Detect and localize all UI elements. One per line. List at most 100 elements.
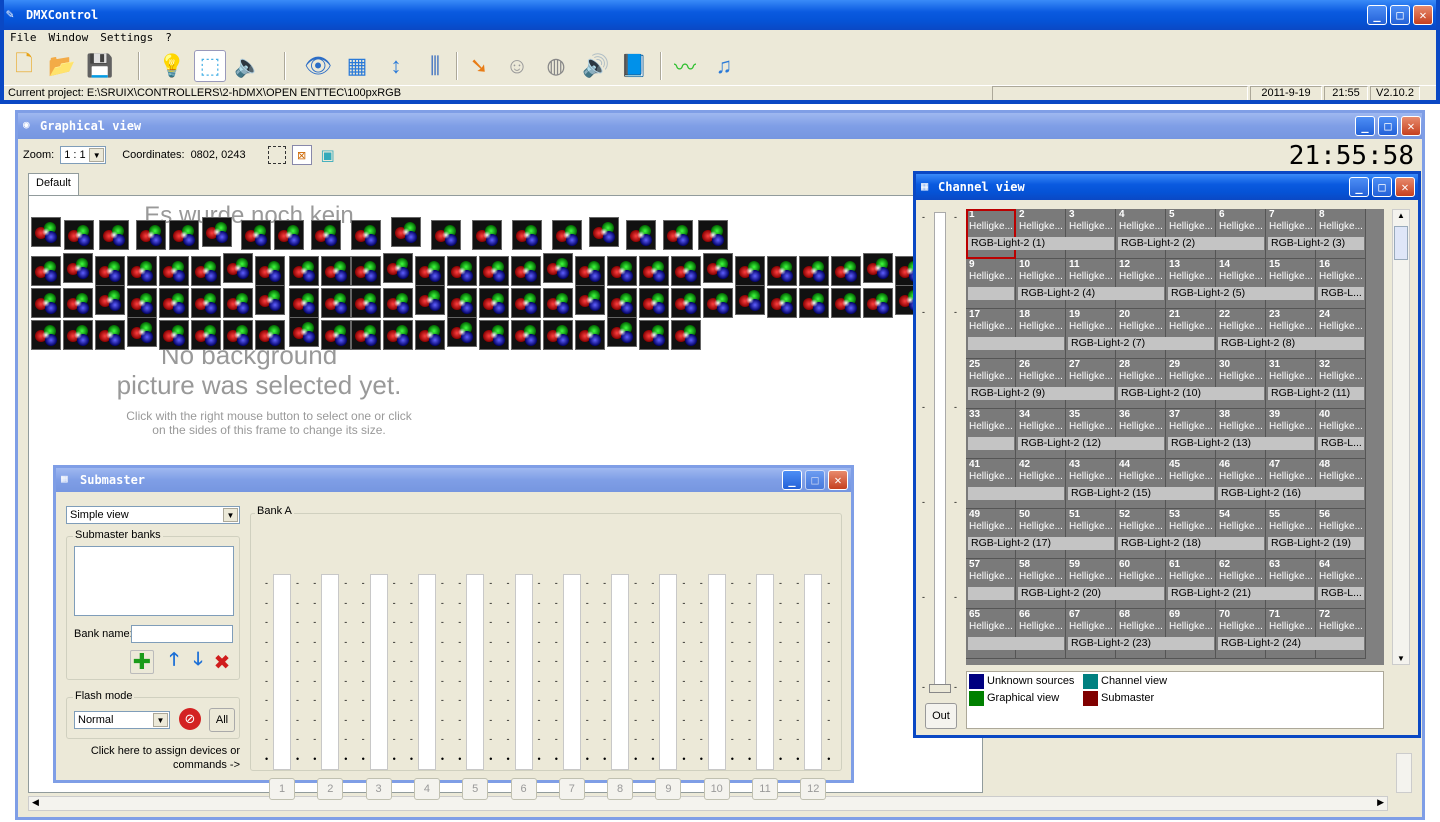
submaster-fader[interactable] <box>369 574 388 770</box>
channel-cell[interactable]: 71 Helligke... <box>1266 609 1316 659</box>
rgb-fixture[interactable] <box>255 320 285 350</box>
scroll-thumb[interactable] <box>1394 226 1408 260</box>
channel-cell[interactable]: 29 Helligke... <box>1166 359 1216 409</box>
rgb-fixture[interactable] <box>543 288 573 318</box>
rgb-fixture[interactable] <box>831 288 861 318</box>
scroll-down-icon[interactable]: ▼ <box>1397 654 1405 663</box>
rgb-fixture[interactable] <box>191 256 221 286</box>
submaster-fader[interactable] <box>273 574 291 770</box>
channel-cell[interactable]: 66 Helligke... <box>1016 609 1066 659</box>
rgb-fixture[interactable] <box>391 217 421 247</box>
submaster-fader[interactable] <box>321 574 340 770</box>
channel-cell[interactable]: 31 Helligke... <box>1266 359 1316 409</box>
ray-arrow-icon[interactable]: ➘ <box>463 50 495 82</box>
rgb-fixture[interactable] <box>447 317 477 347</box>
channel-cell[interactable]: 8 Helligke... <box>1316 209 1366 259</box>
channel-cell[interactable]: 37 Helligke... <box>1166 409 1216 459</box>
rgb-fixture[interactable] <box>543 320 573 350</box>
rgb-fixture[interactable] <box>136 220 166 250</box>
channel-cell[interactable]: 51 Helligke... <box>1066 509 1116 559</box>
channel-cell[interactable]: 70 Helligke... <box>1216 609 1266 659</box>
channel-cell[interactable]: 14 Helligke... <box>1216 259 1266 309</box>
rgb-fixture[interactable] <box>671 288 701 318</box>
view-select[interactable]: Simple view ▼ <box>66 506 240 524</box>
channel-cell[interactable]: 36 Helligke... <box>1116 409 1166 459</box>
rgb-fixture[interactable] <box>255 256 285 286</box>
bank-name-input[interactable] <box>131 625 233 643</box>
rgb-fixture[interactable] <box>159 256 189 286</box>
graphical-view-titlebar[interactable]: ◉ Graphical view _ □ ✕ <box>18 113 1422 139</box>
save-icon[interactable]: 💾 <box>84 50 116 82</box>
rgb-fixture[interactable] <box>831 256 861 286</box>
flash-all-button[interactable]: All <box>209 708 235 732</box>
channel-cell[interactable]: 59 Helligke... <box>1066 559 1116 609</box>
vertical-scrollbar[interactable] <box>1396 753 1412 793</box>
gv-close-button[interactable]: ✕ <box>1401 116 1421 136</box>
fader-flash-button[interactable]: 2 <box>317 778 344 800</box>
rgb-fixture[interactable] <box>289 288 319 318</box>
rgb-fixture[interactable] <box>321 320 351 350</box>
cv-maximize-button[interactable]: □ <box>1372 177 1392 197</box>
open-folder-icon[interactable]: 📂 <box>46 50 78 82</box>
rgb-fixture[interactable] <box>127 256 157 286</box>
rgb-fixture[interactable] <box>289 256 319 286</box>
waveform-icon[interactable]: 〰 <box>669 50 701 82</box>
channel-grid[interactable]: 1 Helligke... 2 Helligke... 3 Helligke... 4 Hel… <box>966 209 1384 665</box>
channel-cell[interactable]: 20 Helligke... <box>1116 309 1166 359</box>
channel-cell[interactable]: 1 Helligke... <box>966 209 1016 259</box>
channel-cell[interactable]: 39 Helligke... <box>1266 409 1316 459</box>
rgb-fixture[interactable] <box>191 288 221 318</box>
rgb-fixture[interactable] <box>607 317 637 347</box>
up-down-arrow-icon[interactable]: ↕ <box>380 50 412 82</box>
channel-cell[interactable]: 38 Helligke... <box>1216 409 1266 459</box>
channel-cell[interactable]: 72 Helligke... <box>1316 609 1366 659</box>
channel-cell[interactable]: 13 Helligke... <box>1166 259 1216 309</box>
assign-text-line1[interactable]: Click here to assign devices or <box>66 745 240 757</box>
channel-cell[interactable]: 15 Helligke... <box>1266 259 1316 309</box>
rgb-fixture[interactable] <box>639 256 669 286</box>
bulb-icon[interactable]: 💡 <box>156 50 188 82</box>
channel-cell[interactable]: 57 Helligke... <box>966 559 1016 609</box>
rgb-fixture[interactable] <box>202 217 232 247</box>
rgb-fixture[interactable] <box>191 320 221 350</box>
channel-cell[interactable]: 65 Helligke... <box>966 609 1016 659</box>
fader-flash-button[interactable]: 3 <box>365 778 392 800</box>
close-button[interactable]: ✕ <box>1413 5 1433 25</box>
masks-icon[interactable]: ☺ <box>501 50 533 82</box>
rgb-fixture[interactable] <box>31 256 61 286</box>
out-button[interactable]: Out <box>925 703 957 729</box>
speaker-icon[interactable]: 🔊 <box>580 50 612 82</box>
rgb-fixture[interactable] <box>575 320 605 350</box>
channel-grid-scrollbar[interactable]: ▲ ▼ <box>1392 209 1410 665</box>
stop-icon[interactable]: ⊘ <box>179 708 201 730</box>
channel-cell[interactable]: 62 Helligke... <box>1216 559 1266 609</box>
rgb-fixture[interactable] <box>511 256 541 286</box>
channel-cell[interactable]: 26 Helligke... <box>1016 359 1066 409</box>
scroll-left-icon[interactable]: ◀ <box>32 797 39 808</box>
channel-cell[interactable]: 43 Helligke... <box>1066 459 1116 509</box>
rgb-fixture[interactable] <box>274 220 304 250</box>
rgb-fixture[interactable] <box>241 220 271 250</box>
channel-view-titlebar[interactable]: ▦ Channel view _ □ ✕ <box>916 174 1418 200</box>
fader-flash-button[interactable]: 6 <box>510 778 537 800</box>
channel-cell[interactable]: 69 Helligke... <box>1166 609 1216 659</box>
channel-cell[interactable]: 40 Helligke... <box>1316 409 1366 459</box>
channel-cell[interactable]: 7 Helligke... <box>1266 209 1316 259</box>
channel-cell[interactable]: 30 Helligke... <box>1216 359 1266 409</box>
channel-cell[interactable]: 3 Helligke... <box>1066 209 1116 259</box>
rgb-fixture[interactable] <box>479 288 509 318</box>
maximize-button[interactable]: □ <box>1390 5 1410 25</box>
rgb-fixture[interactable] <box>95 320 125 350</box>
rgb-fixture[interactable] <box>289 317 319 347</box>
scroll-up-icon[interactable]: ▲ <box>1397 211 1405 220</box>
sm-close-button[interactable]: ✕ <box>828 470 848 490</box>
submaster-fader[interactable] <box>707 574 726 770</box>
fader-flash-button[interactable]: 11 <box>752 778 778 800</box>
rgb-fixture[interactable] <box>127 317 157 347</box>
channel-cell[interactable]: 58 Helligke... <box>1016 559 1066 609</box>
rgb-fixture[interactable] <box>415 320 445 350</box>
rgb-fixture[interactable] <box>512 220 542 250</box>
channel-cell[interactable]: 17 Helligke... <box>966 309 1016 359</box>
menu-settings[interactable]: Settings <box>94 30 159 46</box>
rgb-fixture[interactable] <box>589 217 619 247</box>
